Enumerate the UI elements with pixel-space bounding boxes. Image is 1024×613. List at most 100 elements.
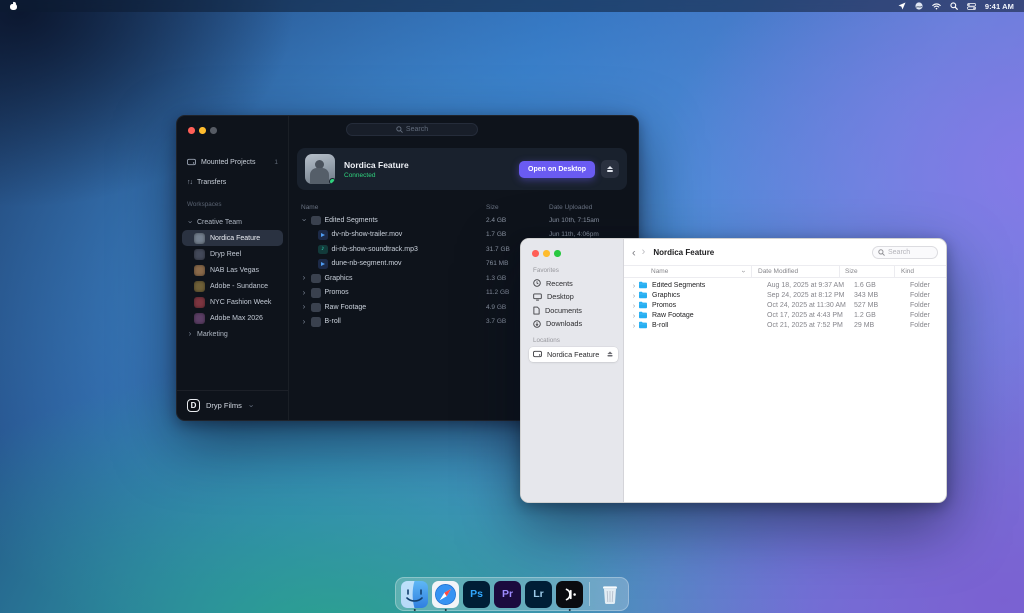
disclosure-chevron-icon[interactable]: › <box>301 289 307 297</box>
workspace-item[interactable]: NYC Fashion Week <box>182 294 283 310</box>
account-switcher[interactable]: D Dryp Films › <box>177 390 288 420</box>
apple-menu-icon[interactable] <box>10 2 17 10</box>
file-kind: Folder <box>904 312 946 319</box>
Edited Segments[interactable]: › Edited Segments Aug 18, 2025 at 9:37 A… <box>624 280 946 290</box>
sidebar-item-recents[interactable]: Recents <box>529 277 618 291</box>
file-thumbnail: ♪ <box>311 303 321 313</box>
column-date-modified[interactable]: Date Modified <box>751 266 839 277</box>
play-icon <box>321 262 325 266</box>
workspace-item[interactable]: NAB Las Vegas <box>182 262 283 278</box>
spotlight-search-icon[interactable] <box>950 2 958 10</box>
group-creative-team[interactable]: › Creative Team <box>182 214 283 230</box>
disclosure-chevron-icon[interactable]: › <box>301 318 307 326</box>
table-header-row: Name Size Date Uploaded <box>293 201 629 213</box>
close-button[interactable] <box>532 250 539 257</box>
workspace-label: Adobe Max 2026 <box>210 315 263 322</box>
window-controls <box>532 250 618 257</box>
sidebar-item-transfers[interactable]: ↑↓ Transfers <box>182 172 283 192</box>
disclosure-chevron-icon[interactable]: › <box>630 321 638 330</box>
eject-button[interactable] <box>601 160 619 178</box>
folder-icon <box>638 321 648 329</box>
sidebar-item-label: Mounted Projects <box>201 159 255 166</box>
column-size[interactable]: Size <box>839 266 894 277</box>
dock-trash-icon[interactable] <box>596 581 623 608</box>
file-name: Promos <box>652 302 761 309</box>
disclosure-chevron-icon[interactable]: › <box>630 301 638 310</box>
file-name: Graphics <box>325 275 353 282</box>
file-name: B-roll <box>325 318 341 325</box>
file-size: 1.2 GB <box>849 312 904 319</box>
file-date-modified: Oct 17, 2025 at 4:43 PM <box>761 312 849 319</box>
menubar-clock[interactable]: 9:41 AM <box>985 2 1014 11</box>
wifi-icon[interactable] <box>932 3 941 10</box>
clock-icon <box>533 279 541 287</box>
sidebar-item-downloads[interactable]: Downloads <box>529 317 618 331</box>
workspace-thumbnail <box>194 313 205 324</box>
dock-photoshop-icon[interactable]: Ps <box>463 581 490 608</box>
open-on-desktop-button[interactable]: Open on Desktop <box>519 161 595 178</box>
finder-file-list: › Edited Segments Aug 18, 2025 at 9:37 A… <box>624 278 946 330</box>
mounted-count-badge: 1 <box>274 159 278 166</box>
workspace-label: Nordica Feature <box>210 235 260 242</box>
sidebar-item-nordica-feature[interactable]: Nordica Feature <box>529 347 618 362</box>
disclosure-chevron-icon[interactable]: › <box>301 274 307 282</box>
Promos[interactable]: › Promos Oct 24, 2025 at 11:30 AM 527 MB… <box>624 300 946 310</box>
workspace-item[interactable]: Adobe - Sundance <box>182 278 283 294</box>
group-label: Creative Team <box>197 219 242 226</box>
disclosure-chevron-icon[interactable]: › <box>300 217 308 223</box>
sidebar-item-desktop[interactable]: Desktop <box>529 290 618 304</box>
disclosure-chevron-icon[interactable]: › <box>301 303 307 311</box>
column-date-uploaded[interactable]: Date Uploaded <box>549 204 629 211</box>
column-kind[interactable]: Kind <box>894 266 946 277</box>
column-size[interactable]: Size <box>486 204 549 211</box>
workspace-item[interactable]: Nordica Feature <box>182 230 283 246</box>
finder-search-field[interactable]: Search <box>872 246 938 259</box>
file-name: dv-nb-show-trailer.mov <box>332 231 403 238</box>
dock-premiere-icon[interactable]: Pr <box>494 581 521 608</box>
sidebar-item-documents[interactable]: Documents <box>529 304 618 318</box>
file-size: 29 MB <box>849 322 904 329</box>
column-name[interactable]: Name › <box>624 268 751 275</box>
file-thumbnail: ♪ <box>318 245 328 255</box>
disclosure-chevron-icon[interactable]: › <box>630 311 638 320</box>
Graphics[interactable]: › Graphics Sep 24, 2025 at 8:12 PM 343 M… <box>624 290 946 300</box>
dryp-sidebar: Mounted Projects 1 ↑↓ Transfers Workspac… <box>177 116 289 420</box>
sidebar-item-label: Recents <box>546 279 573 288</box>
dock-finder-icon[interactable] <box>401 581 428 608</box>
zoom-button[interactable] <box>554 250 561 257</box>
disclosure-chevron-icon[interactable]: › <box>630 291 638 300</box>
sidebar-item-mounted-projects[interactable]: Mounted Projects 1 <box>182 152 283 172</box>
project-header-card: Nordica Feature Connected Open on Deskto… <box>297 148 627 190</box>
dock-divider <box>589 582 590 606</box>
chevron-down-icon: › <box>186 219 194 225</box>
group-marketing[interactable]: › Marketing <box>182 326 283 342</box>
file-thumbnail: ♪ <box>311 288 321 298</box>
sidebar-item-label: Downloads <box>546 319 582 328</box>
dock-safari-icon[interactable] <box>432 581 459 608</box>
file-name: Raw Footage <box>652 312 761 319</box>
workspace-item[interactable]: Dryp Reel <box>182 246 283 262</box>
file-thumbnail: ♪ <box>318 259 328 269</box>
paperplane-icon[interactable] <box>898 2 906 10</box>
Edited Segments[interactable]: › ♪ Edited Segments 2.4 GB Jun 10th, 7:1… <box>293 213 629 228</box>
disclosure-chevron-icon[interactable]: › <box>630 281 638 290</box>
search-icon <box>878 249 885 256</box>
Raw Footage[interactable]: › Raw Footage Oct 17, 2025 at 4:43 PM 1.… <box>624 310 946 320</box>
file-date-modified: Aug 18, 2025 at 9:37 AM <box>761 282 849 289</box>
forward-button[interactable]: › <box>642 247 646 258</box>
B-roll[interactable]: › B-roll Oct 21, 2025 at 7:52 PM 29 MB F… <box>624 320 946 330</box>
finder-column-headers: Name › Date Modified Size Kind <box>624 265 946 278</box>
dock-lightroom-icon[interactable]: Lr <box>525 581 552 608</box>
minimize-button[interactable] <box>543 250 550 257</box>
globe-status-icon[interactable] <box>915 2 923 10</box>
workspace-thumbnail <box>194 233 205 244</box>
workspace-item[interactable]: Adobe Max 2026 <box>182 310 283 326</box>
eject-icon[interactable] <box>607 351 614 358</box>
file-name: B-roll <box>652 322 761 329</box>
drive-icon <box>187 158 196 166</box>
search-placeholder: Search <box>888 249 910 256</box>
back-button[interactable]: › <box>632 247 636 258</box>
column-name[interactable]: Name <box>301 204 318 211</box>
control-center-icon[interactable] <box>967 3 976 10</box>
dock-dryp-icon[interactable] <box>556 581 583 608</box>
